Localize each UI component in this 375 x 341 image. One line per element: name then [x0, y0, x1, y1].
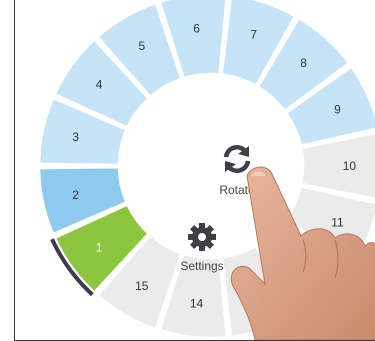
- segment-label-4: 4: [96, 78, 103, 92]
- rotate-button[interactable]: Rotate: [207, 142, 267, 197]
- segment-label-10: 10: [343, 159, 357, 173]
- settings-label: Settings: [180, 259, 224, 273]
- segment-label-1: 1: [96, 240, 103, 254]
- rotate-arrows-icon: [223, 144, 251, 174]
- segment-label-12: 12: [297, 262, 311, 276]
- settings-button[interactable]: Settings: [170, 222, 234, 273]
- segment-dial: 123456 789101112131415: [37, 0, 375, 340]
- segment-label-6: 6: [193, 21, 200, 35]
- gear-icon: [188, 223, 216, 251]
- segment-label-8: 8: [300, 56, 307, 70]
- segment-label-15: 15: [135, 279, 149, 293]
- segment-label-5: 5: [138, 39, 145, 53]
- segment-label-3: 3: [72, 130, 79, 144]
- dial-frame: 1 2 3 4 5 6 7 8 9 10 11 12 13 14 15 Rotate: [14, 0, 375, 341]
- segment-label-7: 7: [250, 27, 257, 41]
- segment-label-14: 14: [190, 297, 204, 311]
- segment-label-9: 9: [334, 103, 341, 117]
- segment-label-11: 11: [331, 215, 344, 229]
- rotate-label: Rotate: [219, 183, 255, 197]
- segment-label-2: 2: [72, 188, 79, 202]
- segment-label-13: 13: [247, 291, 261, 305]
